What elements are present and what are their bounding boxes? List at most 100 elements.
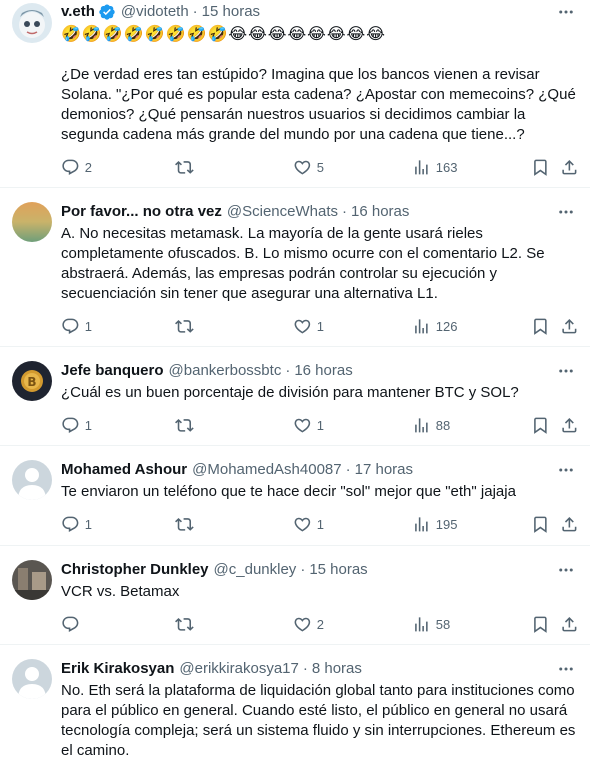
- author-name[interactable]: Jefe banquero: [61, 361, 164, 381]
- tweet-text: ¿De verdad eres tan estúpido? Imagina qu…: [61, 66, 580, 143]
- more-options-icon[interactable]: [556, 361, 576, 381]
- more-options-icon[interactable]: [556, 659, 576, 679]
- timestamp[interactable]: 16 horas: [294, 361, 352, 381]
- more-options-icon[interactable]: [556, 2, 576, 22]
- bookmark-button[interactable]: [531, 157, 550, 177]
- tweet[interactable]: v.eth @vidoteth · 15 horas 🤣🤣🤣🤣🤣🤣🤣🤣😂😂😂😂😂…: [0, 0, 590, 188]
- timestamp[interactable]: 16 horas: [351, 202, 409, 222]
- bookmark-button[interactable]: [531, 415, 550, 435]
- retweet-icon: [175, 319, 194, 333]
- views-button[interactable]: 88: [412, 415, 450, 435]
- avatar[interactable]: [12, 460, 52, 500]
- reply-icon: [62, 417, 79, 433]
- tweet-text: Te enviaron un teléfono que te hace deci…: [61, 483, 516, 500]
- share-button[interactable]: [560, 415, 579, 435]
- tweet[interactable]: Mohamed Ashour @MohamedAsh40087 · 17 hor…: [0, 447, 590, 546]
- views-count: 88: [435, 417, 451, 433]
- like-button[interactable]: 2: [293, 614, 324, 634]
- timestamp[interactable]: 15 horas: [202, 2, 260, 22]
- author-name[interactable]: Mohamed Ashour: [61, 460, 187, 480]
- retweet-button[interactable]: [175, 415, 199, 435]
- author-handle[interactable]: @ScienceWhats: [227, 202, 338, 222]
- reply-count: 2: [84, 159, 92, 175]
- more-options-icon[interactable]: [556, 460, 576, 480]
- retweet-icon: [175, 160, 194, 174]
- reply-icon: [62, 516, 79, 532]
- like-button[interactable]: 1: [293, 415, 324, 435]
- timestamp[interactable]: 15 horas: [309, 560, 367, 580]
- share-icon: [562, 417, 577, 433]
- author-name[interactable]: Christopher Dunkley: [61, 560, 209, 580]
- author-name[interactable]: Por favor... no otra vez: [61, 202, 222, 222]
- views-button[interactable]: 58: [412, 614, 450, 634]
- like-count: 5: [316, 159, 324, 175]
- retweet-icon: [175, 617, 194, 631]
- bookmark-button[interactable]: [531, 514, 550, 534]
- avatar[interactable]: [12, 560, 52, 600]
- heart-icon: [294, 517, 311, 532]
- views-icon: [415, 516, 428, 532]
- reply-icon: [62, 616, 79, 632]
- author-name[interactable]: Erik Kirakosyan: [61, 659, 174, 679]
- avatar[interactable]: [12, 659, 52, 699]
- bookmark-icon: [534, 159, 547, 176]
- more-options-icon[interactable]: [556, 202, 576, 222]
- separator: ·: [302, 660, 308, 677]
- author-handle[interactable]: @erikkirakosya17: [179, 659, 298, 679]
- tweet[interactable]: Christopher Dunkley @c_dunkley · 15 hora…: [0, 547, 590, 645]
- like-count: 2: [316, 616, 324, 632]
- retweet-icon: [175, 517, 194, 531]
- share-button[interactable]: [560, 514, 579, 534]
- bookmark-icon: [534, 318, 547, 335]
- author-handle[interactable]: @vidoteth: [121, 2, 189, 22]
- reply-button[interactable]: 1: [61, 415, 92, 435]
- tweet-text: A. No necesitas metamask. La mayoría de …: [61, 225, 549, 302]
- share-button[interactable]: [560, 157, 579, 177]
- timestamp[interactable]: 8 horas: [312, 659, 362, 679]
- author-handle[interactable]: @MohamedAsh40087: [192, 460, 342, 480]
- like-count: 1: [316, 318, 324, 334]
- separator: ·: [300, 561, 306, 578]
- tweet[interactable]: Erik Kirakosyan @erikkirakosya17 · 8 hor…: [0, 646, 590, 757]
- views-button[interactable]: 195: [412, 514, 457, 534]
- views-button[interactable]: 163: [412, 157, 457, 177]
- reply-button[interactable]: [61, 614, 85, 634]
- reply-button[interactable]: 1: [61, 316, 92, 336]
- author-name[interactable]: v.eth: [61, 2, 95, 22]
- verified-badge-icon: [98, 3, 116, 21]
- bookmark-button[interactable]: [531, 614, 550, 634]
- views-icon: [415, 616, 428, 632]
- more-options-icon[interactable]: [556, 560, 576, 580]
- retweet-button[interactable]: [175, 614, 199, 634]
- author-handle[interactable]: @bankerbossbtc: [169, 361, 282, 381]
- emoji-line: 🤣🤣🤣🤣🤣🤣🤣🤣😂😂😂😂😂😂😂😂: [61, 26, 386, 43]
- share-button[interactable]: [560, 614, 579, 634]
- timestamp[interactable]: 17 horas: [355, 460, 413, 480]
- reply-count: 1: [84, 516, 92, 532]
- avatar[interactable]: B: [12, 361, 52, 401]
- tweet[interactable]: B Jefe banquero @bankerbossbtc · 16 hora…: [0, 348, 590, 446]
- tweet[interactable]: Por favor... no otra vez @ScienceWhats ·…: [0, 189, 590, 347]
- reply-button[interactable]: 2: [61, 157, 92, 177]
- bookmark-button[interactable]: [531, 316, 550, 336]
- avatar[interactable]: [12, 202, 52, 242]
- separator: ·: [285, 362, 291, 379]
- views-count: 126: [435, 318, 458, 334]
- like-button[interactable]: 5: [293, 157, 324, 177]
- like-button[interactable]: 1: [293, 514, 324, 534]
- views-count: 58: [435, 616, 451, 632]
- share-icon: [562, 616, 577, 632]
- author-handle[interactable]: @c_dunkley: [214, 560, 297, 580]
- like-button[interactable]: 1: [293, 316, 324, 336]
- heart-icon: [294, 617, 311, 632]
- views-button[interactable]: 126: [412, 316, 457, 336]
- views-count: 195: [435, 516, 458, 532]
- separator: ·: [192, 3, 198, 20]
- reply-button[interactable]: 1: [61, 514, 92, 534]
- retweet-button[interactable]: [175, 316, 199, 336]
- share-button[interactable]: [560, 316, 579, 336]
- avatar[interactable]: [12, 3, 52, 43]
- retweet-button[interactable]: [175, 514, 199, 534]
- retweet-button[interactable]: [175, 157, 199, 177]
- share-icon: [562, 516, 577, 532]
